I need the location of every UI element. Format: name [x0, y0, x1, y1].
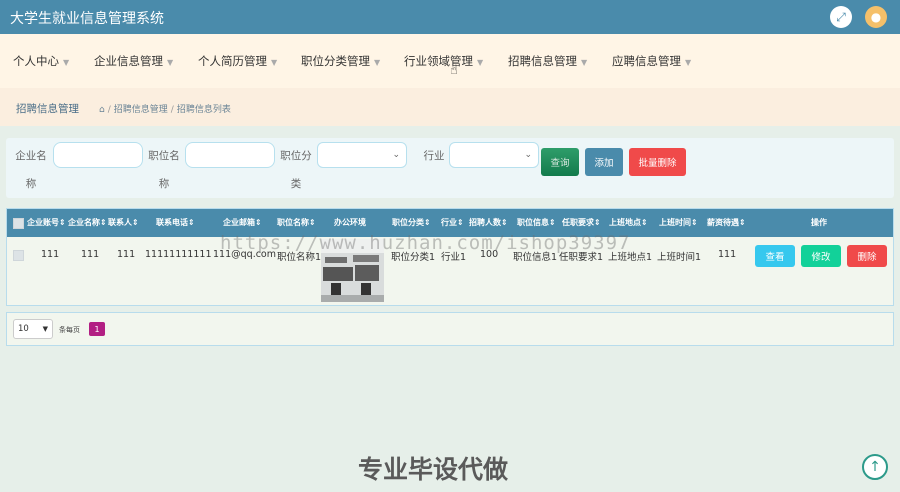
th-contact[interactable]: 联系人⇕	[108, 217, 139, 228]
page-number-current[interactable]: 1	[89, 322, 105, 336]
chevron-down-icon: ▼	[167, 58, 174, 67]
th-location[interactable]: 上班地点⇕	[609, 217, 648, 228]
top-bar: 大学生就业信息管理系统 ⤢ ●	[0, 0, 900, 34]
nav-personal-center[interactable]: 个人中心 ▼	[13, 53, 69, 69]
th-worktime[interactable]: 上班时间⇕	[659, 217, 698, 228]
row-checkbox[interactable]	[13, 250, 24, 261]
select-all-checkbox[interactable]	[13, 218, 24, 229]
position-name-label: 职位名称	[148, 150, 180, 190]
per-page-label: 条每页	[59, 326, 80, 334]
chevron-down-icon: ▼	[685, 58, 692, 67]
nav-application[interactable]: 应聘信息管理 ▼	[612, 53, 691, 69]
nav-resume[interactable]: 个人简历管理 ▼	[198, 53, 277, 69]
nav-company-info[interactable]: 企业信息管理 ▼	[94, 53, 173, 69]
avatar-icon[interactable]: ●	[865, 6, 887, 28]
app-title: 大学生就业信息管理系统	[10, 11, 164, 27]
mouse-cursor-icon: ☝	[450, 63, 458, 78]
watermark-text: 专业毕设代做	[358, 455, 509, 484]
position-name-input[interactable]	[185, 142, 275, 168]
th-email[interactable]: 企业邮箱⇕	[223, 217, 262, 228]
th-position[interactable]: 职位名称⇕	[277, 217, 316, 228]
position-category-select[interactable]: ⌄	[317, 142, 407, 168]
edit-button[interactable]: 修改	[801, 245, 841, 267]
company-name-label: 企业名称	[15, 150, 47, 190]
view-button[interactable]: 查看	[755, 245, 795, 267]
chevron-down-icon: ⌄	[392, 150, 400, 160]
th-office: 办公环境	[334, 218, 366, 227]
breadcrumb-current: 招聘信息列表	[176, 105, 231, 115]
home-icon[interactable]: ⌂	[99, 105, 105, 115]
position-category-label: 职位分类	[280, 150, 312, 190]
th-info[interactable]: 职位信息⇕	[517, 217, 556, 228]
cell-contact: 111	[117, 249, 136, 260]
breadcrumb: ⌂ / 招聘信息管理 / 招聘信息列表	[99, 105, 231, 115]
cell-account: 111	[41, 249, 60, 260]
delete-button[interactable]: 删除	[847, 245, 887, 267]
chevron-down-icon: ▼	[42, 325, 48, 333]
watermark-url: https://www.huzhan.com/ishop39397	[220, 232, 631, 254]
nav-position-category[interactable]: 职位分类管理 ▼	[301, 53, 380, 69]
chevron-down-icon: ⌄	[524, 150, 532, 160]
th-industry[interactable]: 行业⇕	[441, 217, 464, 228]
page-title: 招聘信息管理	[16, 103, 79, 115]
search-button[interactable]: 查询	[541, 148, 579, 176]
fullscreen-icon[interactable]: ⤢	[830, 6, 852, 28]
th-salary[interactable]: 薪资待遇⇕	[707, 217, 746, 228]
company-name-input[interactable]	[53, 142, 143, 168]
th-count[interactable]: 招聘人数⇕	[469, 217, 508, 228]
arrow-up-icon[interactable]: ↑	[862, 454, 888, 480]
pagination: 10 ▼ 条每页 1	[6, 312, 894, 346]
main-nav: 个人中心 ▼ 企业信息管理 ▼ 个人简历管理 ▼ 职位分类管理 ▼ 行业领域管理 ▼ 招聘…	[0, 34, 900, 88]
search-panel: 企业名称 职位名称 职位分类 ⌄ 行业 ⌄ 查询 添加 批量删除	[6, 138, 894, 198]
cell-phone: 11111111111	[145, 249, 212, 260]
breadcrumb-bar: 招聘信息管理 ⌂ / 招聘信息管理 / 招聘信息列表	[0, 88, 900, 126]
breadcrumb-recruitment[interactable]: 招聘信息管理	[114, 105, 168, 115]
cell-company: 111	[81, 249, 100, 260]
industry-select[interactable]: ⌄	[449, 142, 539, 168]
nav-industry[interactable]: 行业领域管理 ▼	[404, 53, 483, 69]
th-company[interactable]: 企业名称⇕	[68, 217, 107, 228]
cell-worktime: 上班时间1	[657, 252, 702, 263]
chevron-down-icon: ▼	[581, 58, 588, 67]
page-size-select[interactable]: 10 ▼	[13, 319, 53, 339]
data-table: 企业账号⇕ 企业名称⇕ 联系人⇕ 联系电话⇕ 企业邮箱⇕ 职位名称⇕ 办公环境 …	[6, 208, 894, 306]
add-button[interactable]: 添加	[585, 148, 623, 176]
th-account[interactable]: 企业账号⇕	[27, 217, 66, 228]
batch-delete-button[interactable]: 批量删除	[629, 148, 686, 176]
nav-recruitment[interactable]: 招聘信息管理 ▼	[508, 53, 587, 69]
th-phone[interactable]: 联系电话⇕	[156, 217, 195, 228]
th-actions: 操作	[811, 218, 827, 227]
chevron-down-icon: ▼	[477, 58, 484, 67]
industry-label: 行业	[423, 150, 445, 162]
cell-salary: 111	[718, 249, 737, 260]
chevron-down-icon: ▼	[63, 58, 70, 67]
chevron-down-icon: ▼	[271, 58, 278, 67]
chevron-down-icon: ▼	[374, 58, 381, 67]
th-category[interactable]: 职位分类⇕	[392, 217, 431, 228]
th-requirement[interactable]: 任职要求⇕	[562, 217, 601, 228]
